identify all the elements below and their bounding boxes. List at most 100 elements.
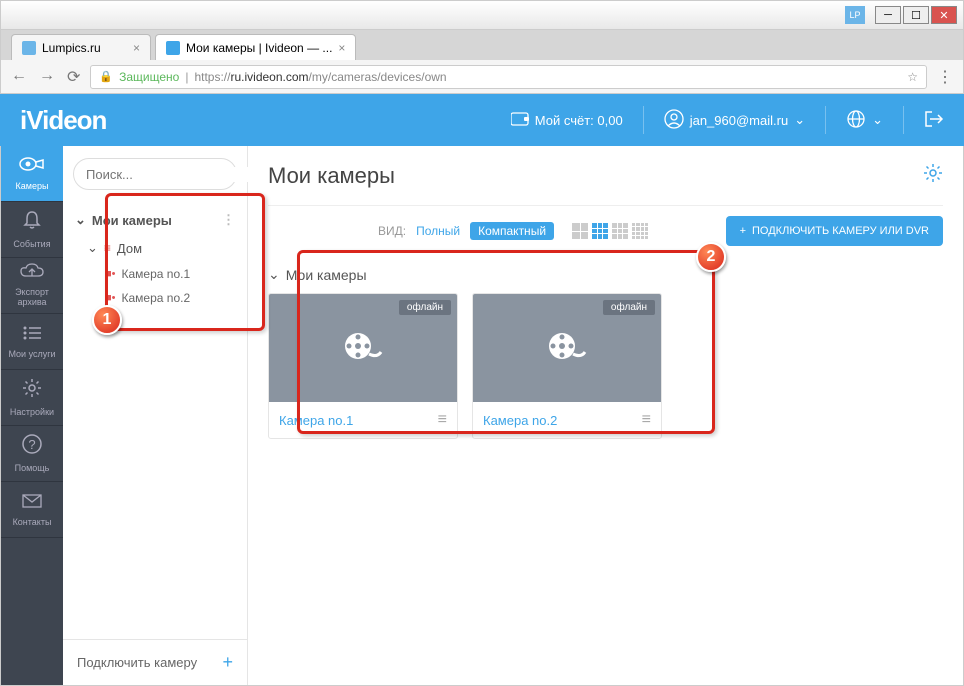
browser-tab-1[interactable]: Lumpics.ru × bbox=[11, 34, 151, 60]
search-input[interactable] bbox=[86, 167, 262, 182]
bookmark-star-icon[interactable]: ☆ bbox=[907, 70, 918, 84]
url-text: https://ru.ivideon.com/my/cameras/device… bbox=[194, 70, 446, 84]
tree-panel: ⌄ Мои камеры ⋮ ⌄ ≡ Дом ■• Камера no.1 ■•… bbox=[63, 146, 248, 685]
mail-icon bbox=[22, 492, 42, 513]
help-icon: ? bbox=[22, 434, 42, 459]
plus-icon: + bbox=[740, 225, 746, 237]
connect-camera-button[interactable]: + ПОДКЛЮЧИТЬ КАМЕРУ ИЛИ DVR bbox=[726, 216, 943, 246]
browser-menu-button[interactable]: ⋮ bbox=[937, 67, 953, 87]
browser-tab-2[interactable]: Мои камеры | Ivideon — ... × bbox=[155, 34, 356, 60]
wallet-icon bbox=[511, 112, 529, 129]
camera-tree: ⌄ Мои камеры ⋮ ⌄ ≡ Дом ■• Камера no.1 ■•… bbox=[63, 202, 247, 639]
more-icon[interactable]: ⋮ bbox=[222, 212, 235, 228]
cloud-icon bbox=[20, 263, 44, 284]
card-menu-icon[interactable]: ≡ bbox=[438, 411, 447, 429]
card-footer: Камера no.2 ≡ bbox=[473, 402, 661, 438]
view-full[interactable]: Полный bbox=[416, 224, 460, 238]
view-compact[interactable]: Компактный bbox=[470, 222, 554, 240]
tab-title: Мои камеры | Ivideon — ... bbox=[186, 41, 332, 55]
logout-button[interactable] bbox=[924, 110, 944, 131]
grid-tiny-icon[interactable] bbox=[632, 223, 648, 239]
divider bbox=[643, 106, 644, 134]
card-preview: офлайн bbox=[269, 294, 457, 402]
window-maximize-button[interactable]: ☐ bbox=[903, 6, 929, 24]
grid-medium-icon[interactable] bbox=[592, 223, 608, 239]
nav-contacts[interactable]: Контакты bbox=[1, 482, 63, 538]
logo: iVideon bbox=[20, 105, 106, 136]
page-title: Мои камеры bbox=[268, 163, 923, 189]
reel-icon bbox=[547, 330, 587, 367]
tree-root[interactable]: ⌄ Мои камеры ⋮ bbox=[63, 206, 247, 234]
view-controls: ВИД: Полный Компактный + ПОДКЛЮЧИТЬ КАМЕ… bbox=[268, 206, 943, 256]
language-button[interactable]: ⌄ bbox=[846, 109, 883, 132]
lp-badge: LP bbox=[845, 6, 865, 24]
settings-gear-icon[interactable] bbox=[923, 163, 943, 189]
favicon-icon bbox=[166, 41, 180, 55]
favicon-icon bbox=[22, 41, 36, 55]
tree-camera-1[interactable]: ■• Камера no.1 bbox=[63, 262, 247, 286]
app-header: iVideon Мой счёт: 0,00 jan_960@mail.ru ⌄… bbox=[0, 94, 964, 146]
chevron-down-icon: ⌄ bbox=[75, 212, 86, 228]
user-email: jan_960@mail.ru bbox=[690, 113, 788, 128]
tree-group-home[interactable]: ⌄ ≡ Дом bbox=[63, 234, 247, 262]
reload-button[interactable]: ⟳ bbox=[67, 67, 80, 87]
nav-arrows: ← → ⟳ bbox=[11, 67, 80, 87]
user-menu[interactable]: jan_960@mail.ru ⌄ bbox=[664, 109, 805, 132]
reel-icon bbox=[343, 330, 383, 367]
card-menu-icon[interactable]: ≡ bbox=[642, 411, 651, 429]
user-icon bbox=[664, 109, 684, 132]
forward-button[interactable]: → bbox=[39, 67, 55, 87]
section-title[interactable]: ⌄ Мои камеры bbox=[268, 256, 943, 293]
browser-tab-strip: Lumpics.ru × Мои камеры | Ivideon — ... … bbox=[0, 30, 964, 60]
grid-small-icon[interactable] bbox=[612, 223, 628, 239]
bell-icon bbox=[23, 210, 41, 235]
card-footer: Камера no.1 ≡ bbox=[269, 402, 457, 438]
status-badge: офлайн bbox=[399, 300, 451, 315]
browser-address-bar: ← → ⟳ 🔒 Защищено | https://ru.ivideon.co… bbox=[0, 60, 964, 94]
nav-settings[interactable]: Настройки bbox=[1, 370, 63, 426]
chevron-down-icon: ⌄ bbox=[872, 112, 883, 128]
back-button[interactable]: ← bbox=[11, 67, 27, 87]
logout-icon bbox=[924, 110, 944, 131]
card-name[interactable]: Камера no.2 bbox=[483, 413, 557, 428]
camera-card-2[interactable]: офлайн Камера no.2 ≡ bbox=[472, 293, 662, 439]
window-close-button[interactable]: ✕ bbox=[931, 6, 957, 24]
nav-cameras[interactable]: Камеры bbox=[1, 146, 63, 202]
connect-camera-link[interactable]: Подключить камеру + bbox=[63, 639, 247, 685]
tree-camera-2[interactable]: ■• Камера no.2 bbox=[63, 286, 247, 310]
content-header: Мои камеры bbox=[268, 146, 943, 206]
tab-title: Lumpics.ru bbox=[42, 41, 101, 55]
window-titlebar: LP ─ ☐ ✕ bbox=[0, 0, 964, 30]
grid-large-icon[interactable] bbox=[572, 223, 588, 239]
svg-text:?: ? bbox=[28, 437, 35, 452]
gear-icon bbox=[22, 378, 42, 403]
nav-help[interactable]: ?Помощь bbox=[1, 426, 63, 482]
chevron-down-icon: ⌄ bbox=[794, 112, 805, 128]
list-icon bbox=[23, 324, 41, 345]
tab-close-icon[interactable]: × bbox=[133, 41, 140, 55]
divider bbox=[825, 106, 826, 134]
grid-size-icons bbox=[572, 223, 648, 239]
content-area: Мои камеры ВИД: Полный Компактный + ПОДК… bbox=[248, 146, 963, 685]
chevron-down-icon: ⌄ bbox=[268, 266, 280, 283]
card-name[interactable]: Камера no.1 bbox=[279, 413, 353, 428]
camera-card-1[interactable]: офлайн Камера no.1 ≡ bbox=[268, 293, 458, 439]
camera-icon: ■• bbox=[105, 268, 116, 280]
nav-events[interactable]: События bbox=[1, 202, 63, 258]
url-input[interactable]: 🔒 Защищено | https://ru.ivideon.com/my/c… bbox=[90, 65, 927, 89]
balance-button[interactable]: Мой счёт: 0,00 bbox=[511, 112, 623, 129]
window-minimize-button[interactable]: ─ bbox=[875, 6, 901, 24]
camera-cards: офлайн Камера no.1 ≡ офлайн bbox=[268, 293, 943, 439]
card-preview: офлайн bbox=[473, 294, 661, 402]
left-nav: Камеры События Экспорт архива Мои услуги… bbox=[1, 146, 63, 685]
nav-services[interactable]: Мои услуги bbox=[1, 314, 63, 370]
nav-export[interactable]: Экспорт архива bbox=[1, 258, 63, 314]
divider bbox=[903, 106, 904, 134]
main-layout: Камеры События Экспорт архива Мои услуги… bbox=[0, 146, 964, 686]
search-box[interactable] bbox=[73, 158, 237, 190]
cameras-icon bbox=[19, 156, 45, 177]
globe-icon bbox=[846, 109, 866, 132]
plus-icon: + bbox=[222, 652, 233, 673]
tab-close-icon[interactable]: × bbox=[338, 41, 345, 55]
lock-icon: 🔒 bbox=[99, 70, 113, 83]
